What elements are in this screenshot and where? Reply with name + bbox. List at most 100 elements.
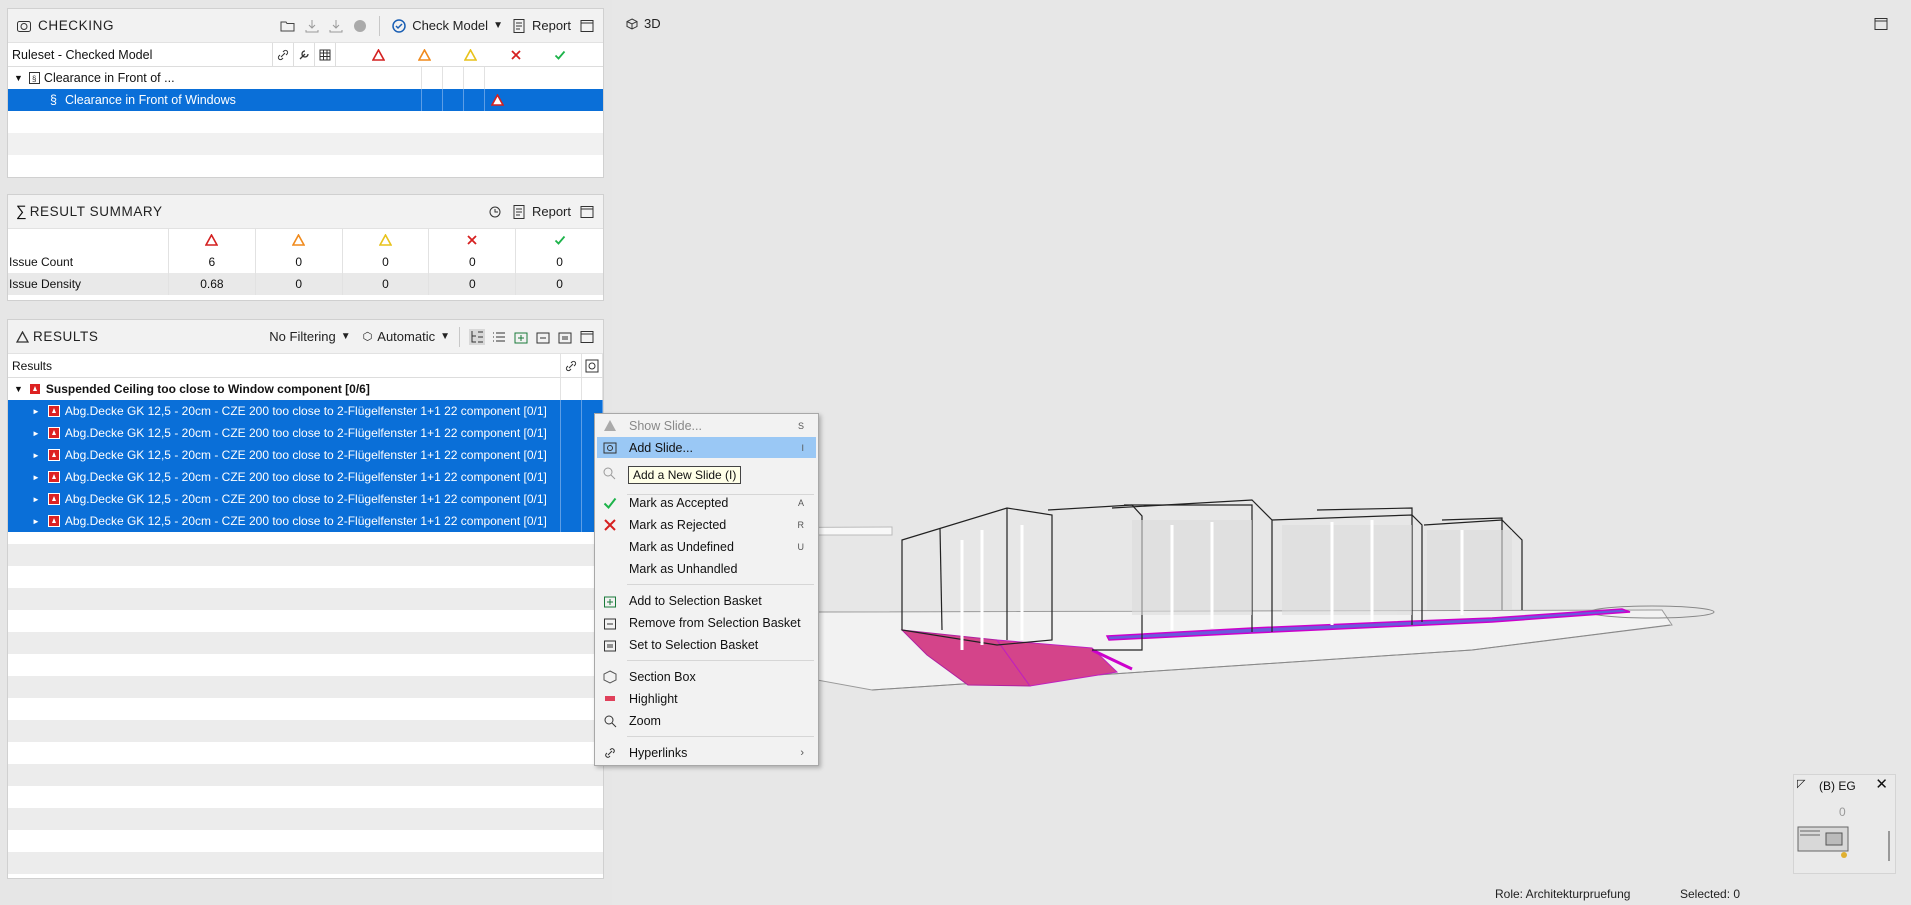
result-item-row[interactable]: ► Abg.Decke GK 12,5 - 20cm - CZE 200 too … bbox=[8, 466, 603, 488]
hyperlinks-menu-item[interactable]: Hyperlinks › bbox=[595, 742, 818, 763]
add-slide-menu-item[interactable]: Add Slide... I bbox=[597, 437, 816, 458]
results-header: RESULTS No Filtering ▼ ⬡ Automatic ▼ bbox=[8, 320, 603, 354]
summary-corner bbox=[8, 229, 169, 251]
check-model-button[interactable]: Check Model ▼ bbox=[391, 18, 503, 34]
ruleset-row[interactable]: ▼ § Clearance in Front of ... bbox=[8, 67, 603, 89]
import-icon[interactable] bbox=[304, 18, 320, 34]
scrollbar-handle[interactable] bbox=[1888, 831, 1890, 861]
mark-accepted-menu-item[interactable]: Mark as Accepted A bbox=[595, 492, 818, 513]
issue-density-minor[interactable]: 0 bbox=[342, 273, 430, 295]
section-box-menu-item[interactable]: Section Box bbox=[595, 666, 818, 687]
header-separator bbox=[459, 326, 460, 347]
maximize-icon[interactable] bbox=[579, 18, 595, 34]
issue-count-accepted[interactable]: 0 bbox=[516, 251, 603, 273]
result-item-label: Abg.Decke GK 12,5 - 20cm - CZE 200 too c… bbox=[64, 426, 547, 440]
result-item-row[interactable]: ► Abg.Decke GK 12,5 - 20cm - CZE 200 too … bbox=[8, 488, 603, 510]
sigma-icon: ∑ bbox=[16, 203, 27, 220]
close-icon[interactable]: ✕ bbox=[1875, 775, 1888, 793]
issue-count-critical[interactable]: 6 bbox=[169, 251, 256, 273]
mode-dropdown[interactable]: ⬡ Automatic ▼ bbox=[363, 329, 450, 344]
rule-icon: § bbox=[50, 93, 57, 107]
ruleset-icon: § bbox=[28, 72, 40, 84]
results-panel: RESULTS No Filtering ▼ ⬡ Automatic ▼ Res… bbox=[7, 319, 604, 879]
pin-icon[interactable]: ◸ bbox=[1797, 777, 1805, 790]
chevron-down-icon: ▼ bbox=[440, 331, 450, 342]
stop-icon[interactable] bbox=[352, 18, 368, 34]
report-button[interactable]: Report bbox=[511, 18, 571, 34]
navigator-widget[interactable]: ◸ (B) EG ✕ 0 bbox=[1793, 774, 1896, 874]
context-menu: Show Slide... S Add Slide... I Add a New… bbox=[594, 413, 819, 766]
chevron-down-icon[interactable]: ▼ bbox=[493, 20, 503, 31]
accepted-icon[interactable] bbox=[554, 49, 566, 61]
table-column-icon[interactable] bbox=[315, 43, 336, 66]
mark-rejected-menu-item[interactable]: Mark as Rejected R bbox=[595, 514, 818, 535]
show-slide-shortcut: S bbox=[797, 420, 804, 431]
summary-title: RESULT SUMMARY bbox=[29, 204, 163, 219]
add-basket-menu-item[interactable]: Add to Selection Basket bbox=[595, 590, 818, 611]
settings-icon[interactable] bbox=[487, 204, 503, 220]
summary-report-button[interactable]: Report bbox=[511, 204, 571, 220]
collapse-arrow-icon[interactable]: ▼ bbox=[14, 384, 23, 394]
result-item-label: Abg.Decke GK 12,5 - 20cm - CZE 200 too c… bbox=[64, 470, 547, 484]
maximize-icon[interactable] bbox=[579, 204, 595, 220]
minor-icon[interactable] bbox=[463, 48, 477, 61]
highlight-label: Highlight bbox=[629, 691, 678, 706]
set-basket-icon[interactable] bbox=[557, 329, 573, 345]
remove-basket-menu-item[interactable]: Remove from Selection Basket bbox=[595, 612, 818, 633]
tree-view-icon[interactable] bbox=[469, 328, 485, 345]
expand-arrow-icon[interactable]: ► bbox=[32, 407, 40, 416]
mark-unhandled-menu-item[interactable]: Mark as Unhandled bbox=[595, 558, 818, 579]
issue-icon bbox=[47, 449, 60, 461]
issue-count-minor[interactable]: 0 bbox=[343, 251, 430, 273]
set-basket-menu-item[interactable]: Set to Selection Basket bbox=[595, 634, 818, 655]
issue-density-moderate[interactable]: 0 bbox=[255, 273, 343, 295]
show-slide-menu-item[interactable]: Show Slide... S bbox=[595, 415, 818, 436]
highlight-menu-item[interactable]: Highlight bbox=[595, 688, 818, 709]
filter-dropdown[interactable]: No Filtering ▼ bbox=[269, 329, 350, 344]
wrench-column-icon[interactable] bbox=[294, 43, 315, 66]
result-summary-panel: ∑ RESULT SUMMARY Report Issue Count 6 0 … bbox=[7, 194, 604, 301]
open-folder-icon[interactable] bbox=[280, 18, 296, 34]
export-icon[interactable] bbox=[328, 18, 344, 34]
add-basket-icon[interactable] bbox=[513, 329, 529, 345]
expand-arrow-icon[interactable]: ► bbox=[32, 473, 40, 482]
ruleset-column-header[interactable]: Ruleset - Checked Model bbox=[8, 43, 273, 66]
maximize-icon[interactable] bbox=[579, 329, 595, 345]
x-icon bbox=[602, 517, 618, 533]
result-item-label: Abg.Decke GK 12,5 - 20cm - CZE 200 too c… bbox=[64, 448, 547, 462]
submenu-arrow-icon: › bbox=[800, 746, 804, 759]
issue-count-rejected[interactable]: 0 bbox=[429, 251, 517, 273]
expand-arrow-icon[interactable]: ► bbox=[32, 517, 40, 526]
result-item-row[interactable]: ► Abg.Decke GK 12,5 - 20cm - CZE 200 too … bbox=[8, 422, 603, 444]
link-column-icon[interactable] bbox=[561, 354, 582, 377]
result-item-row[interactable]: ► Abg.Decke GK 12,5 - 20cm - CZE 200 too … bbox=[8, 510, 603, 532]
issue-count-moderate[interactable]: 0 bbox=[256, 251, 343, 273]
issue-density-rejected[interactable]: 0 bbox=[429, 273, 517, 295]
checking-title: CHECKING bbox=[38, 18, 115, 33]
critical-icon[interactable] bbox=[372, 48, 386, 61]
remove-basket-icon[interactable] bbox=[535, 329, 551, 345]
camera-column-icon[interactable] bbox=[582, 354, 603, 377]
link-column-icon[interactable] bbox=[273, 43, 294, 66]
collapse-arrow-icon[interactable]: ▼ bbox=[14, 73, 23, 83]
mark-undefined-shortcut: U bbox=[797, 541, 805, 552]
list-view-icon[interactable] bbox=[491, 329, 507, 345]
expand-arrow-icon[interactable]: ► bbox=[32, 429, 40, 438]
empty-row bbox=[8, 155, 603, 177]
minor-icon bbox=[343, 229, 430, 251]
result-item-row[interactable]: ► Abg.Decke GK 12,5 - 20cm - CZE 200 too … bbox=[8, 400, 603, 422]
rule-row-selected[interactable]: § Clearance in Front of Windows bbox=[8, 89, 603, 111]
issue-density-accepted[interactable]: 0 bbox=[516, 273, 603, 295]
result-item-row[interactable]: ► Abg.Decke GK 12,5 - 20cm - CZE 200 too … bbox=[8, 444, 603, 466]
expand-arrow-icon[interactable]: ► bbox=[32, 495, 40, 504]
summary-table: Issue Count 6 0 0 0 0 Issue Density 0.68… bbox=[8, 229, 603, 295]
critical-icon bbox=[169, 229, 256, 251]
results-column-label[interactable]: Results bbox=[8, 354, 561, 377]
expand-arrow-icon[interactable]: ► bbox=[32, 451, 40, 460]
zoom-menu-item[interactable]: Zoom bbox=[595, 710, 818, 731]
rejected-icon[interactable] bbox=[510, 49, 522, 61]
result-group-row[interactable]: ▼ Suspended Ceiling too close to Window … bbox=[8, 378, 603, 400]
mark-undefined-menu-item[interactable]: Mark as Undefined U bbox=[595, 536, 818, 557]
issue-density-critical[interactable]: 0.68 bbox=[169, 273, 256, 295]
moderate-icon[interactable] bbox=[418, 48, 431, 61]
